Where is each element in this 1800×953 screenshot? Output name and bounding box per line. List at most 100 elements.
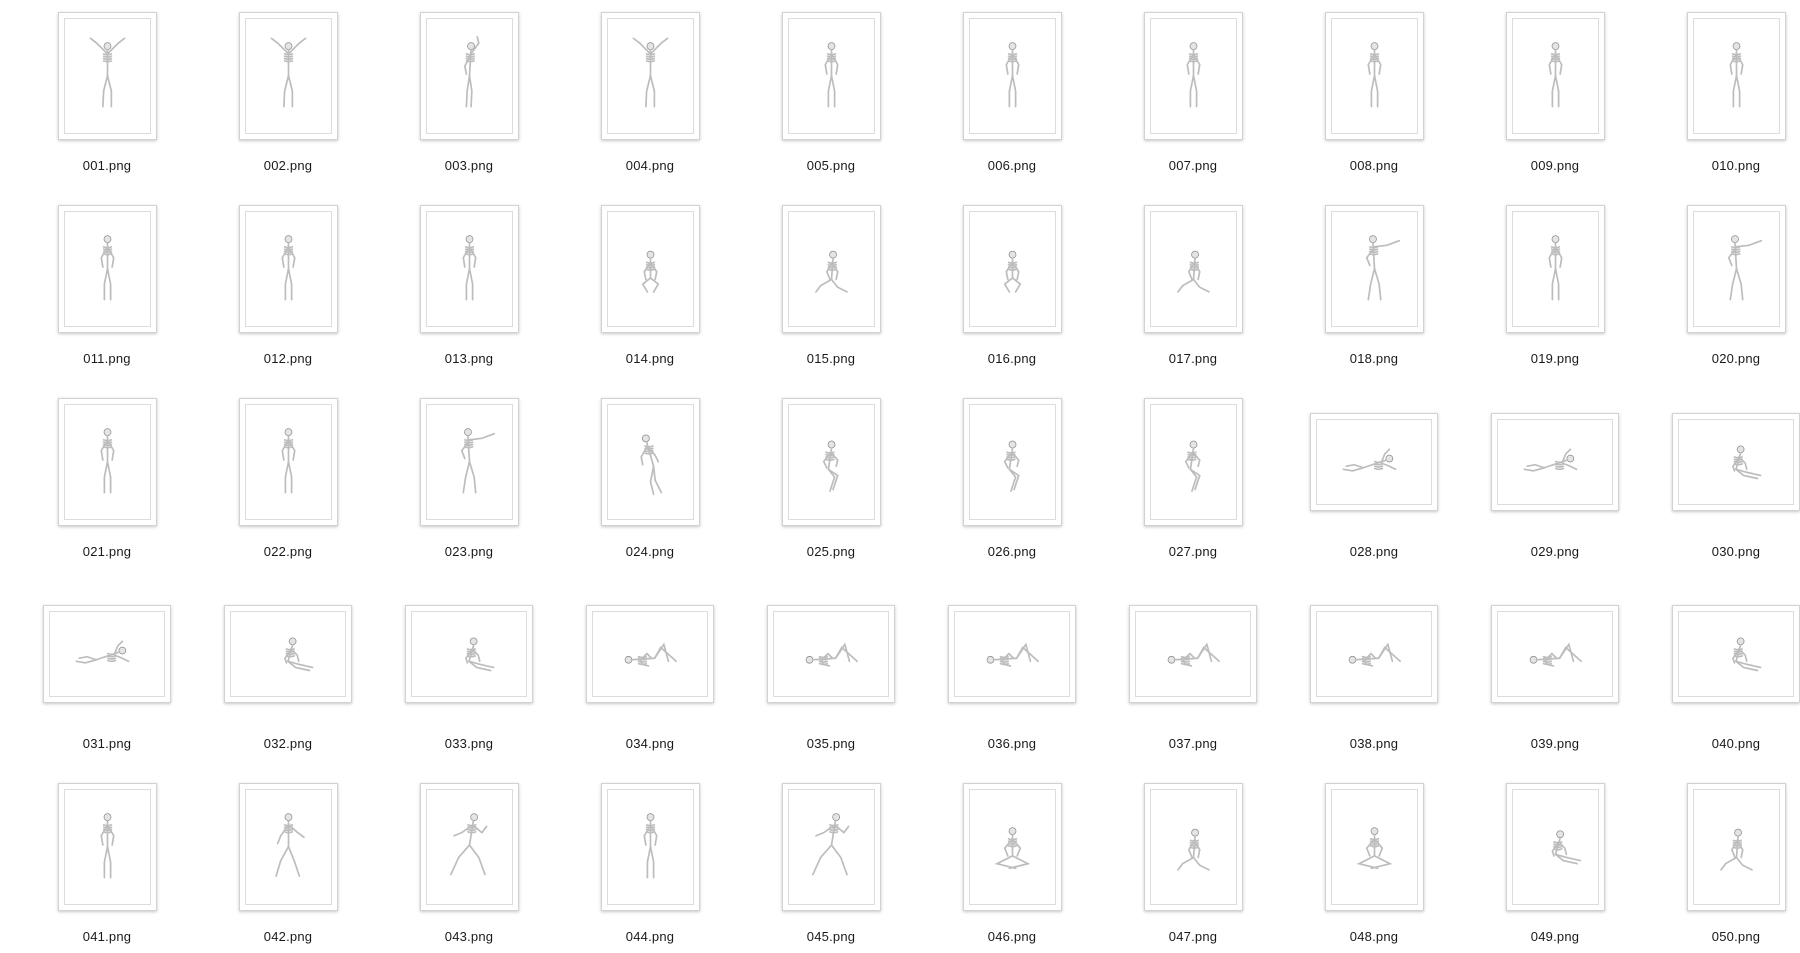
file-name-label[interactable]: 037.png [1103,736,1283,751]
file-icon[interactable]: 017.png [1103,205,1283,375]
file-thumbnail[interactable] [782,783,881,911]
file-icon[interactable]: 018.png [1284,205,1464,375]
file-icon[interactable]: 031.png [17,590,197,760]
file-name-label[interactable]: 008.png [1284,158,1464,173]
file-icon[interactable]: 043.png [379,783,559,953]
file-icon[interactable]: 006.png [922,12,1102,182]
file-thumbnail[interactable] [420,12,519,140]
file-thumbnail[interactable] [43,605,171,703]
file-icon[interactable]: 015.png [741,205,921,375]
file-name-label[interactable]: 004.png [560,158,740,173]
file-name-label[interactable]: 010.png [1646,158,1800,173]
file-name-label[interactable]: 029.png [1465,544,1645,559]
file-icon[interactable]: 030.png [1646,398,1800,568]
file-thumbnail[interactable] [601,205,700,333]
file-name-label[interactable]: 044.png [560,929,740,944]
file-icon[interactable]: 049.png [1465,783,1645,953]
file-name-label[interactable]: 017.png [1103,351,1283,366]
file-name-label[interactable]: 031.png [17,736,197,751]
file-thumbnail[interactable] [1687,783,1786,911]
file-icon[interactable]: 034.png [560,590,740,760]
file-thumbnail[interactable] [1310,605,1438,703]
file-icon[interactable]: 025.png [741,398,921,568]
file-name-label[interactable]: 022.png [198,544,378,559]
file-thumbnail[interactable] [1144,783,1243,911]
file-name-label[interactable]: 021.png [17,544,197,559]
file-thumbnail[interactable] [1506,205,1605,333]
file-thumbnail[interactable] [58,205,157,333]
file-thumbnail[interactable] [963,12,1062,140]
file-name-label[interactable]: 034.png [560,736,740,751]
file-thumbnail[interactable] [601,398,700,526]
file-icon[interactable]: 038.png [1284,590,1464,760]
file-thumbnail[interactable] [948,605,1076,703]
file-name-label[interactable]: 039.png [1465,736,1645,751]
file-name-label[interactable]: 027.png [1103,544,1283,559]
file-icon[interactable]: 007.png [1103,12,1283,182]
file-icon[interactable]: 014.png [560,205,740,375]
file-thumbnail[interactable] [767,605,895,703]
file-name-label[interactable]: 006.png [922,158,1102,173]
file-name-label[interactable]: 002.png [198,158,378,173]
file-name-label[interactable]: 012.png [198,351,378,366]
file-name-label[interactable]: 048.png [1284,929,1464,944]
file-icon[interactable]: 035.png [741,590,921,760]
file-icon[interactable]: 012.png [198,205,378,375]
file-name-label[interactable]: 038.png [1284,736,1464,751]
file-icon[interactable]: 044.png [560,783,740,953]
file-name-label[interactable]: 050.png [1646,929,1800,944]
file-thumbnail[interactable] [963,205,1062,333]
file-thumbnail[interactable] [420,205,519,333]
file-thumbnail[interactable] [1325,12,1424,140]
file-icon[interactable]: 023.png [379,398,559,568]
file-name-label[interactable]: 035.png [741,736,921,751]
file-name-label[interactable]: 013.png [379,351,559,366]
file-name-label[interactable]: 036.png [922,736,1102,751]
file-name-label[interactable]: 020.png [1646,351,1800,366]
file-name-label[interactable]: 005.png [741,158,921,173]
file-name-label[interactable]: 028.png [1284,544,1464,559]
file-thumbnail[interactable] [1325,783,1424,911]
file-thumbnail[interactable] [1506,12,1605,140]
file-thumbnail[interactable] [405,605,533,703]
file-icon[interactable]: 029.png [1465,398,1645,568]
file-name-label[interactable]: 045.png [741,929,921,944]
file-icon[interactable]: 039.png [1465,590,1645,760]
file-icon[interactable]: 042.png [198,783,378,953]
file-icon[interactable]: 022.png [198,398,378,568]
file-icon[interactable]: 045.png [741,783,921,953]
file-thumbnail[interactable] [782,398,881,526]
file-icon[interactable]: 009.png [1465,12,1645,182]
file-name-label[interactable]: 046.png [922,929,1102,944]
file-name-label[interactable]: 019.png [1465,351,1645,366]
file-icon[interactable]: 021.png [17,398,197,568]
file-name-label[interactable]: 015.png [741,351,921,366]
file-thumbnail[interactable] [1310,413,1438,511]
file-icon[interactable]: 010.png [1646,12,1800,182]
file-icon[interactable]: 040.png [1646,590,1800,760]
file-thumbnail[interactable] [224,605,352,703]
file-thumbnail[interactable] [58,12,157,140]
file-thumbnail[interactable] [1687,205,1786,333]
file-thumbnail[interactable] [1144,205,1243,333]
file-icon[interactable]: 041.png [17,783,197,953]
file-icon[interactable]: 026.png [922,398,1102,568]
file-name-label[interactable]: 041.png [17,929,197,944]
file-icon[interactable]: 011.png [17,205,197,375]
file-thumbnail[interactable] [1506,783,1605,911]
file-icon[interactable]: 008.png [1284,12,1464,182]
file-name-label[interactable]: 033.png [379,736,559,751]
file-name-label[interactable]: 014.png [560,351,740,366]
file-thumbnail[interactable] [586,605,714,703]
file-icon[interactable]: 048.png [1284,783,1464,953]
file-icon[interactable]: 005.png [741,12,921,182]
file-thumbnail[interactable] [58,398,157,526]
file-thumbnail[interactable] [601,783,700,911]
file-name-label[interactable]: 043.png [379,929,559,944]
file-name-label[interactable]: 049.png [1465,929,1645,944]
file-icon[interactable]: 027.png [1103,398,1283,568]
file-name-label[interactable]: 018.png [1284,351,1464,366]
file-thumbnail[interactable] [1491,413,1619,511]
file-thumbnail[interactable] [239,783,338,911]
file-name-label[interactable]: 040.png [1646,736,1800,751]
